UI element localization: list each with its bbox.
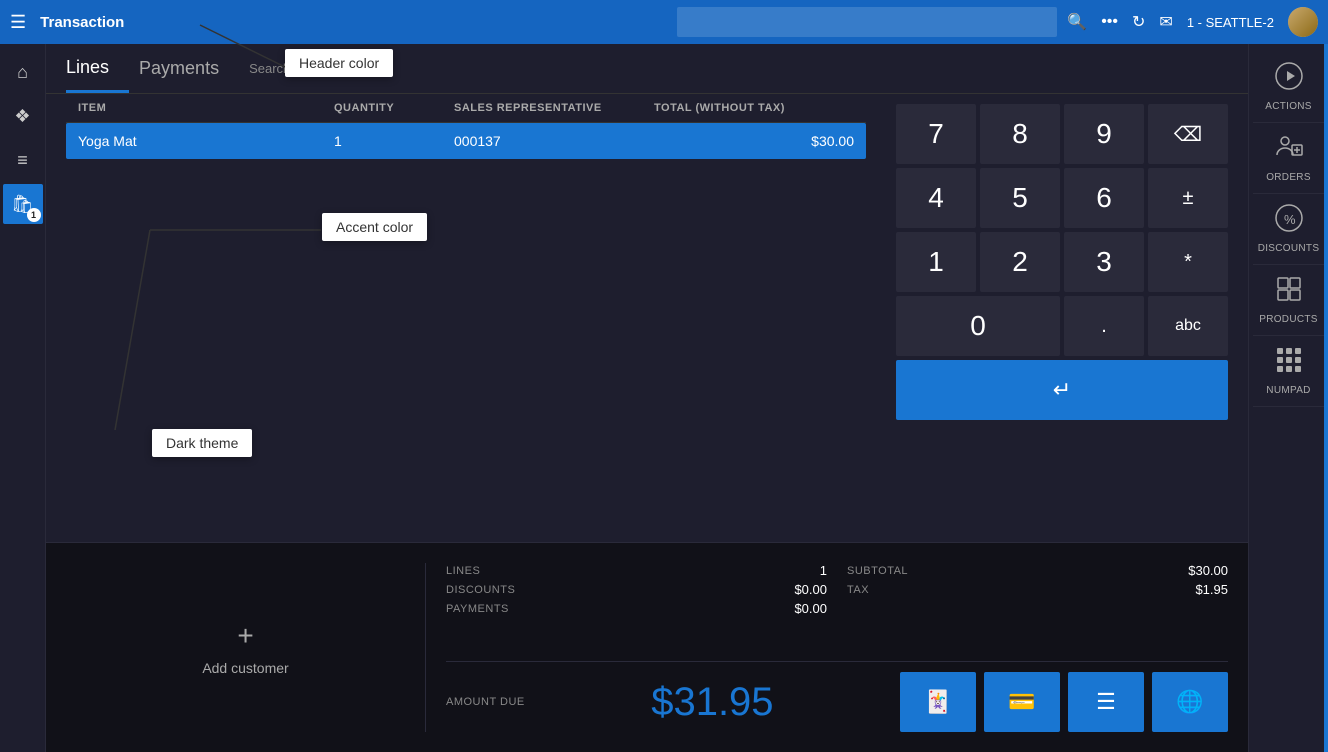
add-customer-label[interactable]: Add customer: [202, 660, 288, 676]
left-sidebar: ⌂ ❖ ≡ 🛍 1: [0, 44, 46, 752]
numpad-abc[interactable]: abc: [1148, 296, 1228, 356]
payments-label: PAYMENTS: [446, 603, 627, 615]
col-total: TOTAL (WITHOUT TAX): [654, 102, 854, 114]
orders-icon: [1275, 133, 1303, 168]
orders-label: ORDERS: [1266, 172, 1311, 183]
table-header: ITEM QUANTITY SALES REPRESENTATIVE TOTAL…: [66, 94, 866, 123]
actions-icon: [1275, 62, 1303, 97]
tab-payments[interactable]: Payments: [139, 46, 239, 91]
sidebar-item-products[interactable]: ❖: [3, 96, 43, 136]
subtotal-value: $30.00: [1048, 563, 1229, 578]
numpad-multiply[interactable]: *: [1148, 232, 1228, 292]
message-icon[interactable]: ✉: [1159, 12, 1172, 32]
amount-due-value: $31.95: [651, 680, 773, 725]
menu-icon[interactable]: ☰: [10, 12, 26, 33]
payment-btn-online[interactable]: 🌐: [1152, 672, 1228, 732]
numpad-3[interactable]: 3: [1064, 232, 1144, 292]
totals-grid: LINES 1 SUBTOTAL $30.00 DISCOUNTS $0.00 …: [446, 563, 1228, 616]
payment-btn-card[interactable]: 💳: [984, 672, 1060, 732]
tax-value: $1.95: [1048, 582, 1229, 597]
numpad-0[interactable]: 0: [896, 296, 1060, 356]
right-sidebar-actions[interactable]: ACTIONS: [1253, 52, 1325, 123]
payment-buttons: 🃏 💳 ☰ 🌐: [900, 672, 1228, 732]
tax-label: TAX: [847, 584, 1028, 596]
products-label: PRODUCTS: [1259, 314, 1318, 325]
numpad-4[interactable]: 4: [896, 168, 976, 228]
app-title: Transaction: [40, 14, 124, 31]
right-sidebar-orders[interactable]: ORDERS: [1253, 123, 1325, 194]
center-area: Lines Payments Search or enter quantity …: [46, 44, 1248, 752]
payment-btn-other[interactable]: ☰: [1068, 672, 1144, 732]
bottom-footer: + Add customer LINES 1 SUBTOTAL $30.00 D…: [46, 542, 1248, 752]
numpad-plusminus[interactable]: ±: [1148, 168, 1228, 228]
numpad-6[interactable]: 6: [1064, 168, 1144, 228]
top-search-input[interactable]: [677, 7, 1057, 37]
top-bar-icons: 🔍 ••• ↻ ✉ 1 - SEATTLE-2: [1067, 7, 1318, 37]
avatar-image: [1288, 7, 1318, 37]
lines-area: ITEM QUANTITY SALES REPRESENTATIVE TOTAL…: [46, 94, 886, 542]
main-content: ⌂ ❖ ≡ 🛍 1 Lines Payments Search or enter…: [0, 44, 1328, 752]
numpad-container: 7 8 9 ⌫ 4 5 6 ± 1 2 3 * 0: [886, 94, 1228, 542]
totals-section: LINES 1 SUBTOTAL $30.00 DISCOUNTS $0.00 …: [446, 563, 1228, 732]
payment-btn-cash[interactable]: 🃏: [900, 672, 976, 732]
discounts-label: DISCOUNTS: [1258, 243, 1320, 254]
refresh-icon[interactable]: ↻: [1132, 12, 1145, 32]
numpad-8[interactable]: 8: [980, 104, 1060, 164]
lines-value: 1: [647, 563, 828, 578]
row-total: $30.00: [654, 133, 854, 149]
numpad-1[interactable]: 1: [896, 232, 976, 292]
numpad-icon: [1275, 346, 1303, 381]
tabs-bar: Lines Payments Search or enter quantity: [46, 44, 1248, 94]
search-icon[interactable]: 🔍: [1067, 12, 1087, 32]
products-icon: [1275, 275, 1303, 310]
search-quantity-label: Search or enter quantity: [249, 61, 388, 76]
right-sidebar-numpad[interactable]: NUMPAD: [1253, 336, 1325, 407]
numpad-2[interactable]: 2: [980, 232, 1060, 292]
row-item: Yoga Mat: [78, 133, 334, 149]
discounts-value: $0.00: [647, 582, 828, 597]
sidebar-item-home[interactable]: ⌂: [3, 52, 43, 92]
actions-label: ACTIONS: [1265, 101, 1312, 112]
full-layout: ☰ Transaction 🔍 ••• ↻ ✉ 1 - SEATTLE-2 ⌂ …: [0, 0, 1328, 752]
amount-due-row: AMOUNT DUE $31.95 🃏 💳 ☰ 🌐: [446, 661, 1228, 732]
numpad-9[interactable]: 9: [1064, 104, 1144, 164]
sidebar-item-menu[interactable]: ≡: [3, 140, 43, 180]
lines-label: LINES: [446, 565, 627, 577]
numpad-enter[interactable]: ↵: [896, 360, 1228, 420]
numpad-dot[interactable]: .: [1064, 296, 1144, 356]
discounts-label: DISCOUNTS: [446, 584, 627, 596]
orders-badge: 1: [27, 208, 41, 222]
row-quantity: 1: [334, 133, 454, 149]
numpad-label: NUMPAD: [1266, 385, 1310, 396]
col-item: ITEM: [78, 102, 334, 114]
payments-value: $0.00: [647, 601, 828, 616]
more-icon[interactable]: •••: [1101, 13, 1118, 31]
numpad-grid: 7 8 9 ⌫ 4 5 6 ± 1 2 3 * 0: [896, 104, 1228, 420]
tab-lines[interactable]: Lines: [66, 45, 129, 93]
col-quantity: QUANTITY: [334, 102, 454, 114]
numpad-backspace[interactable]: ⌫: [1148, 104, 1228, 164]
numpad-5[interactable]: 5: [980, 168, 1060, 228]
subtotal-label: SUBTOTAL: [847, 565, 1028, 577]
col-sales-rep: SALES REPRESENTATIVE: [454, 102, 654, 114]
row-sales-rep: 000137: [454, 133, 654, 149]
right-sidebar-products[interactable]: PRODUCTS: [1253, 265, 1325, 336]
top-bar: ☰ Transaction 🔍 ••• ↻ ✉ 1 - SEATTLE-2: [0, 0, 1328, 44]
numpad-7[interactable]: 7: [896, 104, 976, 164]
right-sidebar-accent: [1324, 44, 1328, 752]
numpad-and-actions: ITEM QUANTITY SALES REPRESENTATIVE TOTAL…: [46, 94, 1248, 542]
discounts-icon: %: [1275, 204, 1303, 239]
sidebar-item-orders[interactable]: 🛍 1: [3, 184, 43, 224]
amount-due-label: AMOUNT DUE: [446, 696, 525, 708]
table-row[interactable]: Yoga Mat 1 000137 $30.00: [66, 123, 866, 159]
page-wrapper: ☰ Transaction 🔍 ••• ↻ ✉ 1 - SEATTLE-2 ⌂ …: [0, 0, 1328, 752]
transaction-table: ITEM QUANTITY SALES REPRESENTATIVE TOTAL…: [46, 94, 886, 159]
right-sidebar: ACTIONS ORDERS: [1248, 44, 1328, 752]
customer-section: + Add customer: [66, 563, 426, 732]
svg-text:%: %: [1284, 212, 1296, 227]
store-label: 1 - SEATTLE-2: [1187, 15, 1274, 30]
avatar: [1288, 7, 1318, 37]
right-sidebar-discounts[interactable]: % DISCOUNTS: [1253, 194, 1325, 265]
add-customer-icon: +: [237, 620, 253, 652]
